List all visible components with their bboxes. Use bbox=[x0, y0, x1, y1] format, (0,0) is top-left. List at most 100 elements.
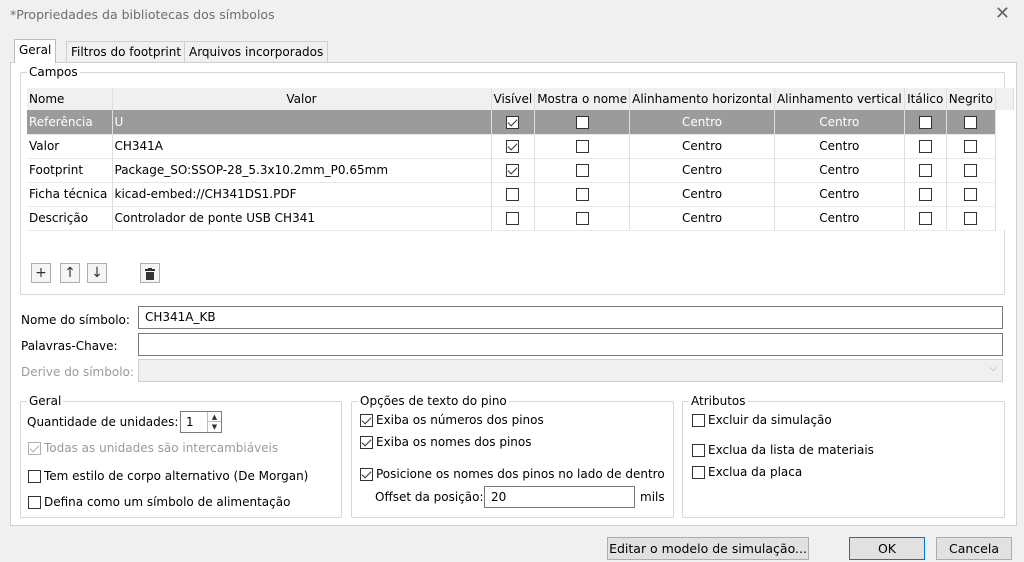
excluir-materiais-box[interactable] bbox=[692, 443, 705, 457]
add-field-button[interactable]: + bbox=[31, 263, 51, 283]
col-nome[interactable]: Nome bbox=[27, 88, 113, 110]
h-align-cell[interactable]: Centro bbox=[629, 158, 775, 183]
v-align-cell[interactable]: Centro bbox=[774, 110, 905, 135]
italico-checkbox[interactable] bbox=[918, 140, 932, 153]
table-row[interactable]: Footprint Package_SO:SSOP-28_5.3x10.2mm_P… bbox=[27, 158, 1014, 183]
nome-cell[interactable]: Ficha técnica bbox=[27, 182, 113, 207]
alimentacao-box[interactable] bbox=[28, 495, 41, 509]
move-down-button[interactable]: ↓ bbox=[87, 263, 107, 283]
italico-checkbox[interactable] bbox=[918, 212, 932, 225]
cancel-button[interactable]: Cancela bbox=[936, 537, 1012, 560]
italico-cell[interactable] bbox=[904, 182, 947, 207]
unidades-spinner[interactable]: 1 ▲ ▼ bbox=[180, 411, 222, 433]
mostra-nome-cell[interactable] bbox=[534, 158, 631, 183]
negrito-checkbox[interactable] bbox=[964, 140, 978, 153]
nome-cell[interactable]: Descrição bbox=[27, 206, 113, 231]
numeros-pinos-checkbox[interactable]: Exiba os números dos pinos bbox=[360, 413, 544, 427]
h-align-cell[interactable]: Centro bbox=[629, 182, 775, 207]
negrito-cell[interactable] bbox=[946, 134, 997, 159]
italico-cell[interactable] bbox=[904, 134, 947, 159]
unidades-value[interactable]: 1 bbox=[186, 415, 194, 429]
visivel-cell[interactable] bbox=[491, 158, 536, 183]
nome-cell[interactable]: Referência bbox=[27, 110, 113, 135]
visivel-checkbox[interactable] bbox=[506, 140, 520, 153]
alimentacao-checkbox[interactable]: Defina como um símbolo de alimentação bbox=[28, 495, 290, 509]
col-alinhamento-vertical[interactable]: Alinhamento vertical bbox=[774, 88, 905, 110]
mostra-nome-checkbox[interactable] bbox=[575, 115, 589, 129]
h-align-cell[interactable]: Centro bbox=[629, 110, 775, 135]
negrito-checkbox[interactable] bbox=[964, 188, 978, 201]
visivel-cell[interactable] bbox=[491, 134, 536, 159]
de-morgan-box[interactable] bbox=[28, 469, 41, 483]
visivel-cell[interactable] bbox=[491, 206, 536, 231]
mostra-nome-cell[interactable] bbox=[534, 182, 631, 207]
italico-cell[interactable] bbox=[904, 110, 947, 135]
negrito-cell[interactable] bbox=[946, 206, 997, 231]
intercambiaveis-checkbox[interactable]: Todas as unidades são intercambiáveis bbox=[28, 441, 278, 455]
excluir-placa-box[interactable] bbox=[692, 465, 705, 479]
italico-cell[interactable] bbox=[904, 158, 947, 183]
italico-cell[interactable] bbox=[904, 206, 947, 231]
edit-sim-model-button[interactable]: Editar o modelo de simulação... bbox=[607, 537, 809, 560]
mostra-nome-checkbox[interactable] bbox=[575, 212, 589, 225]
v-align-cell[interactable]: Centro bbox=[774, 134, 905, 159]
nomes-pinos-box[interactable] bbox=[360, 435, 373, 449]
valor-cell[interactable]: Controlador de ponte USB CH341 bbox=[112, 206, 492, 231]
valor-cell[interactable]: CH341A bbox=[112, 134, 492, 159]
italico-checkbox[interactable] bbox=[918, 164, 932, 177]
de-morgan-checkbox[interactable]: Tem estilo de corpo alternativo (De Morg… bbox=[28, 469, 308, 483]
excluir-materiais-checkbox[interactable]: Exclua da lista de materiais bbox=[692, 443, 874, 457]
delete-field-button[interactable] bbox=[140, 263, 160, 283]
nomes-dentro-box[interactable] bbox=[360, 467, 373, 481]
visivel-checkbox[interactable] bbox=[506, 164, 520, 177]
col-visivel[interactable]: Visível bbox=[491, 88, 536, 110]
nomes-pinos-checkbox[interactable]: Exiba os nomes dos pinos bbox=[360, 435, 531, 449]
negrito-checkbox[interactable] bbox=[964, 115, 978, 129]
col-negrito[interactable]: Negrito bbox=[946, 88, 997, 110]
v-align-cell[interactable]: Centro bbox=[774, 158, 905, 183]
spin-down-icon[interactable]: ▼ bbox=[207, 422, 221, 432]
col-mostra-nome[interactable]: Mostra o nome bbox=[534, 88, 631, 110]
visivel-checkbox[interactable] bbox=[506, 115, 520, 129]
table-row[interactable]: Descrição Controlador de ponte USB CH341 C… bbox=[27, 206, 1014, 231]
nomes-dentro-checkbox[interactable]: Posicione os nomes dos pinos no lado de … bbox=[360, 467, 665, 481]
mostra-nome-checkbox[interactable] bbox=[575, 140, 589, 153]
valor-cell[interactable]: kicad-embed://CH341DS1.PDF bbox=[112, 182, 492, 207]
col-valor[interactable]: Valor bbox=[112, 88, 492, 110]
col-italico[interactable]: Itálico bbox=[904, 88, 947, 110]
v-align-cell[interactable]: Centro bbox=[774, 182, 905, 207]
mostra-nome-cell[interactable] bbox=[534, 110, 631, 135]
spin-up-icon[interactable]: ▲ bbox=[207, 412, 221, 422]
numeros-pinos-box[interactable] bbox=[360, 413, 373, 427]
excluir-placa-checkbox[interactable]: Exclua da placa bbox=[692, 465, 802, 479]
valor-cell[interactable]: U bbox=[112, 110, 492, 135]
mostra-nome-checkbox[interactable] bbox=[575, 164, 589, 177]
nome-cell[interactable]: Footprint bbox=[27, 158, 113, 183]
italico-checkbox[interactable] bbox=[918, 188, 932, 201]
table-row[interactable]: Referência U Centro Centro bbox=[27, 110, 1014, 135]
nome-cell[interactable]: Valor bbox=[27, 134, 113, 159]
palavras-chave-input[interactable] bbox=[138, 333, 1003, 356]
mostra-nome-cell[interactable] bbox=[534, 206, 631, 231]
visivel-checkbox[interactable] bbox=[506, 212, 520, 225]
h-align-cell[interactable]: Centro bbox=[629, 206, 775, 231]
excluir-simulacao-box[interactable] bbox=[692, 413, 705, 427]
table-row[interactable]: Ficha técnica kicad-embed://CH341DS1.PDF C… bbox=[27, 182, 1014, 207]
col-alinhamento-horizontal[interactable]: Alinhamento horizontal bbox=[629, 88, 775, 110]
move-up-button[interactable]: ↑ bbox=[60, 263, 80, 283]
tab-filtros[interactable]: Filtros do footprint bbox=[66, 41, 187, 63]
visivel-cell[interactable] bbox=[491, 110, 536, 135]
derive-simbolo-select[interactable]: ⌵ bbox=[138, 359, 1003, 382]
valor-cell[interactable]: Package_SO:SSOP-28_5.3x10.2mm_P0.65mm bbox=[112, 158, 492, 183]
negrito-cell[interactable] bbox=[946, 158, 997, 183]
close-icon[interactable]: ✕ bbox=[995, 3, 1010, 24]
negrito-cell[interactable] bbox=[946, 110, 997, 135]
offset-input[interactable]: 20 bbox=[484, 486, 635, 508]
tab-arquivos[interactable]: Arquivos incorporados bbox=[184, 41, 329, 63]
mostra-nome-checkbox[interactable] bbox=[575, 188, 589, 201]
intercambiaveis-box[interactable] bbox=[28, 441, 41, 455]
negrito-cell[interactable] bbox=[946, 182, 997, 207]
negrito-checkbox[interactable] bbox=[964, 212, 978, 225]
v-align-cell[interactable]: Centro bbox=[774, 206, 905, 231]
visivel-cell[interactable] bbox=[491, 182, 536, 207]
